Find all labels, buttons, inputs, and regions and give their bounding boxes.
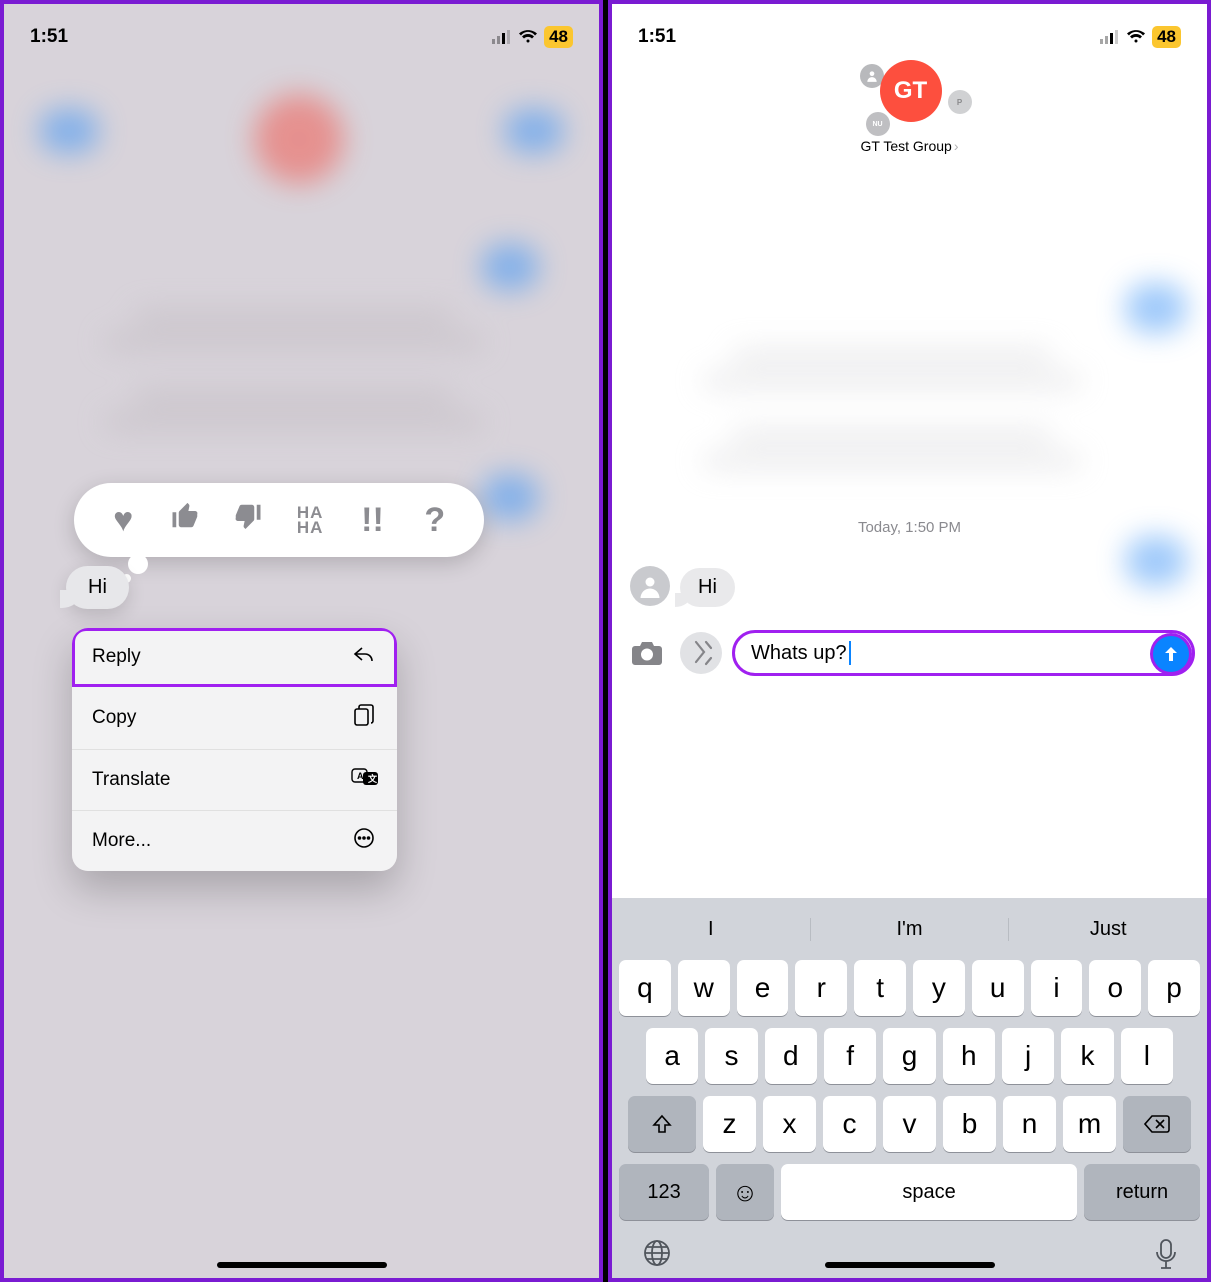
- more-ellipsis-icon: [351, 827, 377, 855]
- message-bubble[interactable]: Hi: [680, 568, 735, 607]
- key-w[interactable]: w: [678, 960, 730, 1016]
- message-bubble[interactable]: Hi: [66, 566, 129, 609]
- text-cursor: [849, 641, 851, 665]
- send-button[interactable]: [1153, 636, 1189, 672]
- suggestion-2[interactable]: I'm: [811, 918, 1010, 941]
- tapback-haha-icon[interactable]: HAHA: [288, 505, 332, 536]
- key-e[interactable]: e: [737, 960, 789, 1016]
- keyboard-row-2: a s d f g h j k l: [612, 1022, 1207, 1090]
- keyboard: I I'm Just q w e r t y u i o p a s d f: [612, 898, 1207, 1278]
- keyboard-row-3: z x c v b n m: [612, 1090, 1207, 1158]
- avatar-cluster: GT P NU: [864, 60, 956, 134]
- right-screenshot: 1:51 48 GT P NU GT Test Group ›: [608, 0, 1211, 1282]
- key-shift[interactable]: [628, 1096, 696, 1152]
- key-k[interactable]: k: [1061, 1028, 1113, 1084]
- menu-translate[interactable]: Translate A文: [72, 750, 397, 811]
- key-b[interactable]: b: [943, 1096, 996, 1152]
- conversation-header[interactable]: GT P NU GT Test Group ›: [612, 60, 1207, 154]
- sender-avatar-icon[interactable]: [630, 566, 670, 606]
- context-menu: Reply Copy Translate A文 More...: [72, 628, 397, 871]
- key-t[interactable]: t: [854, 960, 906, 1016]
- battery-level: 48: [1152, 26, 1181, 48]
- keyboard-row-4: 123 ☺ space return: [612, 1158, 1207, 1226]
- wifi-icon: [1126, 30, 1146, 44]
- key-m[interactable]: m: [1063, 1096, 1116, 1152]
- tapback-thumbsup-icon[interactable]: [163, 501, 207, 540]
- dictation-mic-icon[interactable]: [1155, 1238, 1177, 1275]
- camera-button[interactable]: [626, 632, 668, 674]
- group-avatar: GT: [880, 60, 942, 122]
- key-123[interactable]: 123: [619, 1164, 709, 1220]
- timestamp: Today, 1:50 PM: [612, 519, 1207, 536]
- key-r[interactable]: r: [795, 960, 847, 1016]
- svg-text:文: 文: [367, 773, 378, 784]
- menu-reply[interactable]: Reply: [72, 628, 397, 687]
- status-bar: 1:51 48: [612, 4, 1207, 58]
- translate-icon: A文: [351, 766, 377, 794]
- suggestion-bar: I I'm Just: [612, 904, 1207, 954]
- key-u[interactable]: u: [972, 960, 1024, 1016]
- key-s[interactable]: s: [705, 1028, 757, 1084]
- tapback-exclaim-icon[interactable]: !!: [350, 501, 394, 540]
- key-a[interactable]: a: [646, 1028, 698, 1084]
- key-return[interactable]: return: [1084, 1164, 1200, 1220]
- cellular-icon: [1100, 30, 1120, 44]
- key-h[interactable]: h: [943, 1028, 995, 1084]
- key-f[interactable]: f: [824, 1028, 876, 1084]
- suggestion-1[interactable]: I: [612, 918, 811, 941]
- key-i[interactable]: i: [1031, 960, 1083, 1016]
- key-space[interactable]: space: [781, 1164, 1077, 1220]
- key-c[interactable]: c: [823, 1096, 876, 1152]
- key-d[interactable]: d: [765, 1028, 817, 1084]
- key-x[interactable]: x: [763, 1096, 816, 1152]
- chevron-right-icon: ›: [954, 138, 959, 154]
- home-indicator[interactable]: [217, 1262, 387, 1268]
- key-g[interactable]: g: [883, 1028, 935, 1084]
- group-name[interactable]: GT Test Group ›: [861, 138, 959, 154]
- globe-icon[interactable]: [642, 1238, 672, 1275]
- key-q[interactable]: q: [619, 960, 671, 1016]
- key-p[interactable]: p: [1148, 960, 1200, 1016]
- key-backspace[interactable]: [1123, 1096, 1191, 1152]
- key-emoji[interactable]: ☺: [716, 1164, 774, 1220]
- message-input[interactable]: Whats up?: [734, 632, 1193, 674]
- key-z[interactable]: z: [703, 1096, 756, 1152]
- status-time: 1:51: [638, 26, 676, 48]
- key-o[interactable]: o: [1089, 960, 1141, 1016]
- key-l[interactable]: l: [1121, 1028, 1173, 1084]
- key-n[interactable]: n: [1003, 1096, 1056, 1152]
- tapback-bar: ♥ HAHA !! ?: [74, 483, 484, 557]
- menu-more[interactable]: More...: [72, 811, 397, 871]
- svg-text:A: A: [357, 771, 364, 781]
- suggestion-3[interactable]: Just: [1009, 918, 1207, 941]
- home-indicator[interactable]: [825, 1262, 995, 1268]
- participant-avatar-nu: NU: [866, 112, 890, 136]
- tapback-thumbsdown-icon[interactable]: [226, 501, 270, 540]
- reply-arrow-icon: [351, 644, 377, 670]
- keyboard-row-1: q w e r t y u i o p: [612, 954, 1207, 1022]
- composer-row: Whats up?: [626, 632, 1193, 674]
- left-screenshot: 1:51 48 ♥ HAHA !! ? Hi Reply: [0, 0, 603, 1282]
- tapback-question-icon[interactable]: ?: [413, 501, 457, 540]
- participant-avatar-p: P: [948, 90, 972, 114]
- key-v[interactable]: v: [883, 1096, 936, 1152]
- menu-copy[interactable]: Copy: [72, 687, 397, 750]
- copy-icon: [351, 703, 377, 733]
- key-y[interactable]: y: [913, 960, 965, 1016]
- keyboard-bottom-bar: [612, 1226, 1207, 1282]
- apps-button[interactable]: [680, 632, 722, 674]
- tapback-heart-icon[interactable]: ♥: [101, 501, 145, 540]
- key-j[interactable]: j: [1002, 1028, 1054, 1084]
